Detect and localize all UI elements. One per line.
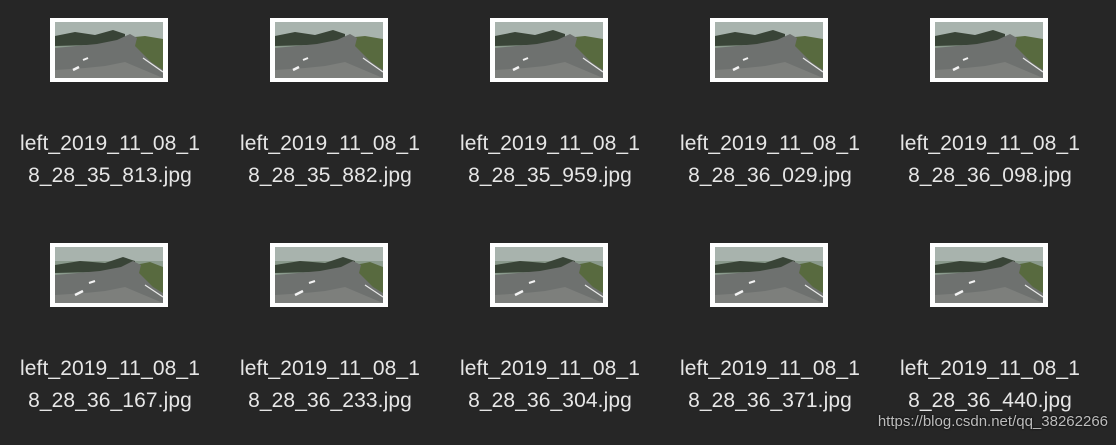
road-curve-image-icon	[55, 247, 163, 303]
image-thumbnail[interactable]	[710, 18, 828, 82]
file-item[interactable]: left_2019_11_08_1 8_28_36_098.jpg	[880, 0, 1100, 220]
road-curve-image-icon	[715, 247, 823, 303]
file-name-line-1: left_2019_11_08_1	[460, 357, 640, 380]
file-name-line-1: left_2019_11_08_1	[240, 357, 420, 380]
file-name-line-2: 8_28_36_098.jpg	[908, 164, 1072, 187]
file-name-line-2: 8_28_35_959.jpg	[468, 164, 632, 187]
file-name-line-2: 8_28_36_304.jpg	[468, 389, 632, 412]
file-name-line-1: left_2019_11_08_1	[460, 132, 640, 155]
road-curve-image-icon	[495, 22, 603, 78]
file-name-line-1: left_2019_11_08_1	[900, 357, 1080, 380]
file-name: left_2019_11_08_1 8_28_36_233.jpg	[220, 353, 440, 417]
file-name: left_2019_11_08_1 8_28_36_371.jpg	[660, 353, 880, 417]
file-name: left_2019_11_08_1 8_28_35_959.jpg	[440, 128, 660, 192]
file-name-line-2: 8_28_36_371.jpg	[688, 389, 852, 412]
file-name-line-2: 8_28_36_233.jpg	[248, 389, 412, 412]
road-curve-image-icon	[275, 22, 383, 78]
file-name: left_2019_11_08_1 8_28_36_029.jpg	[660, 128, 880, 192]
file-name-line-1: left_2019_11_08_1	[240, 132, 420, 155]
road-curve-image-icon	[935, 247, 1043, 303]
file-name-line-2: 8_28_35_813.jpg	[28, 164, 192, 187]
road-curve-image-icon	[495, 247, 603, 303]
file-item[interactable]: left_2019_11_08_1 8_28_36_167.jpg	[0, 225, 220, 445]
file-name: left_2019_11_08_1 8_28_36_167.jpg	[0, 353, 220, 417]
image-thumbnail[interactable]	[710, 243, 828, 307]
file-name: left_2019_11_08_1 8_28_35_882.jpg	[220, 128, 440, 192]
road-curve-image-icon	[55, 22, 163, 78]
image-thumbnail[interactable]	[50, 243, 168, 307]
image-thumbnail[interactable]	[270, 18, 388, 82]
file-name-line-2: 8_28_36_167.jpg	[28, 389, 192, 412]
file-item[interactable]: left_2019_11_08_1 8_28_36_371.jpg	[660, 225, 880, 445]
file-name-line-2: 8_28_35_882.jpg	[248, 164, 412, 187]
file-item[interactable]: left_2019_11_08_1 8_28_36_029.jpg	[660, 0, 880, 220]
file-name: left_2019_11_08_1 8_28_36_098.jpg	[880, 128, 1100, 192]
image-thumbnail[interactable]	[490, 243, 608, 307]
road-curve-image-icon	[935, 22, 1043, 78]
file-name: left_2019_11_08_1 8_28_36_440.jpg	[880, 353, 1100, 417]
file-name: left_2019_11_08_1 8_28_36_304.jpg	[440, 353, 660, 417]
file-item[interactable]: left_2019_11_08_1 8_28_36_304.jpg	[440, 225, 660, 445]
file-name-line-1: left_2019_11_08_1	[900, 132, 1080, 155]
watermark: https://blog.csdn.net/qq_38262266	[877, 413, 1108, 430]
file-item[interactable]: left_2019_11_08_1 8_28_36_233.jpg	[220, 225, 440, 445]
file-name: left_2019_11_08_1 8_28_35_813.jpg	[0, 128, 220, 192]
image-thumbnail[interactable]	[270, 243, 388, 307]
file-grid: left_2019_11_08_1 8_28_35_813.jpg left_2…	[0, 0, 1116, 440]
road-curve-image-icon	[275, 247, 383, 303]
image-thumbnail[interactable]	[930, 18, 1048, 82]
image-thumbnail[interactable]	[930, 243, 1048, 307]
file-name-line-2: 8_28_36_029.jpg	[688, 164, 852, 187]
file-name-line-1: left_2019_11_08_1	[20, 132, 200, 155]
file-item[interactable]: left_2019_11_08_1 8_28_35_959.jpg	[440, 0, 660, 220]
road-curve-image-icon	[715, 22, 823, 78]
file-name-line-1: left_2019_11_08_1	[20, 357, 200, 380]
image-thumbnail[interactable]	[490, 18, 608, 82]
image-thumbnail[interactable]	[50, 18, 168, 82]
file-name-line-1: left_2019_11_08_1	[680, 357, 860, 380]
file-item[interactable]: left_2019_11_08_1 8_28_35_813.jpg	[0, 0, 220, 220]
file-name-line-1: left_2019_11_08_1	[680, 132, 860, 155]
file-item[interactable]: left_2019_11_08_1 8_28_35_882.jpg	[220, 0, 440, 220]
